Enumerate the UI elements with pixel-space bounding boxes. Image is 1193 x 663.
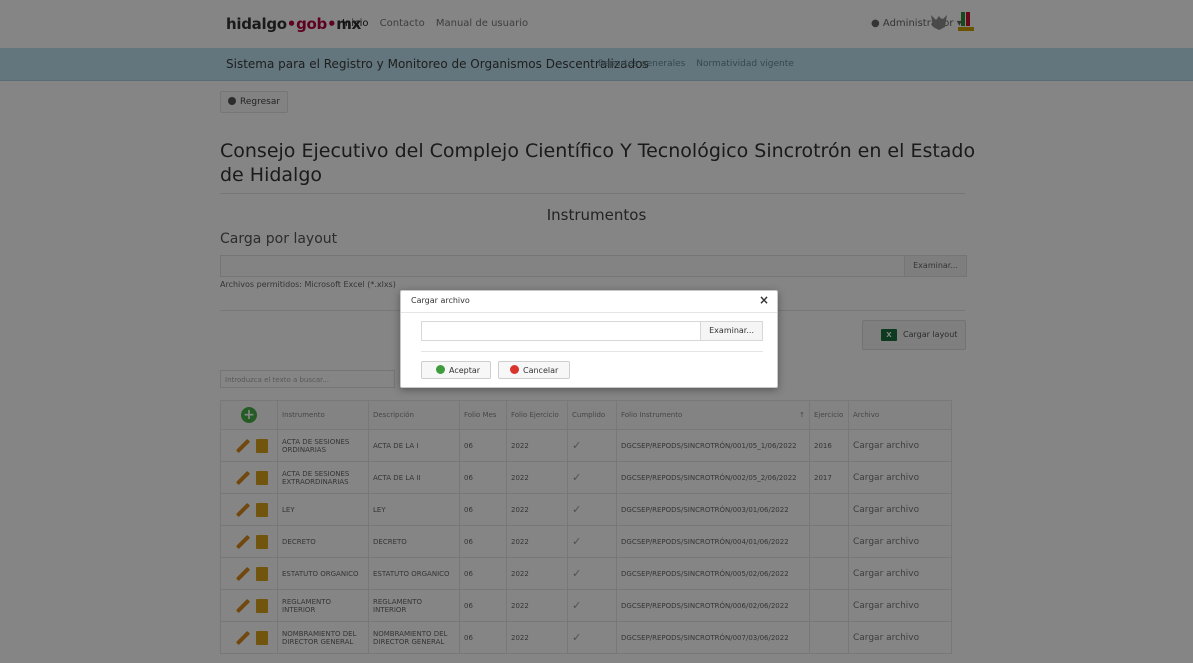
divider (421, 351, 763, 352)
accept-button[interactable]: Aceptar (421, 361, 491, 379)
dialog-file-input[interactable]: Examinar... (421, 321, 763, 341)
check-circle-icon (436, 365, 445, 374)
upload-file-dialog: Cargar archivo × Examinar... Aceptar Can… (400, 290, 778, 388)
cancel-button[interactable]: Cancelar (498, 361, 570, 379)
divider (401, 312, 777, 313)
dialog-browse-button[interactable]: Examinar... (700, 322, 762, 340)
dialog-title: Cargar archivo (411, 296, 470, 305)
close-icon[interactable]: × (759, 293, 769, 307)
cancel-circle-icon (510, 365, 519, 374)
